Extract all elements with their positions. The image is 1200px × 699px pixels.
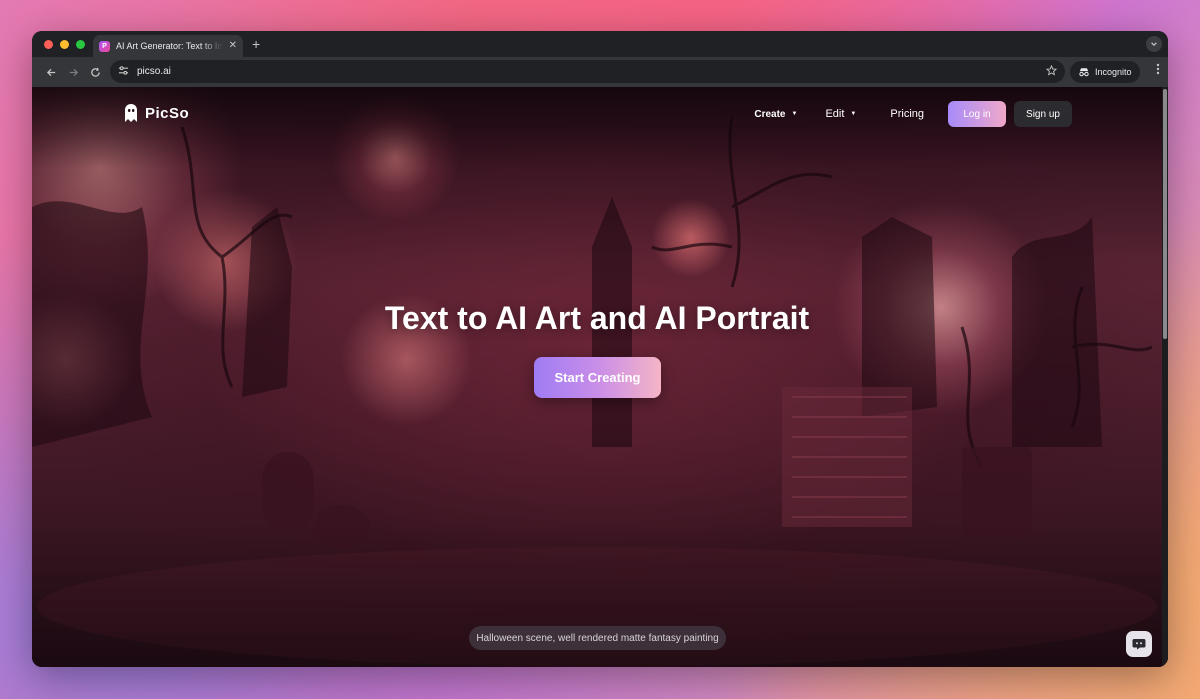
logo-text: PicSo	[145, 104, 190, 122]
site-logo[interactable]: PicSo	[123, 103, 189, 123]
address-bar[interactable]: picso.ai	[110, 60, 1065, 83]
tab-search-icon[interactable]	[1146, 36, 1162, 52]
tab-close-icon[interactable]: ✕	[229, 41, 237, 51]
reload-icon	[90, 67, 100, 77]
forward-button[interactable]	[62, 61, 84, 83]
login-button[interactable]: Log in	[948, 101, 1006, 127]
image-prompt-caption: Halloween scene, well rendered matte fan…	[469, 626, 726, 650]
nav-edit-dropdown[interactable]: Edit ▼	[815, 102, 866, 126]
incognito-label: Incognito	[1095, 67, 1132, 77]
site-favicon-icon: P	[99, 40, 110, 52]
window-controls	[44, 40, 85, 49]
signup-button[interactable]: Sign up	[1014, 101, 1072, 127]
page-scrollbar[interactable]	[1162, 87, 1168, 667]
nav-create-dropdown[interactable]: Create ▼	[744, 103, 807, 126]
nav-pricing-link[interactable]: Pricing	[880, 102, 934, 126]
maximize-window-button[interactable]	[76, 40, 85, 49]
scrollbar-thumb[interactable]	[1163, 89, 1167, 339]
tune-icon[interactable]	[118, 65, 129, 79]
reload-button[interactable]	[84, 61, 106, 83]
nav-edit-label: Edit	[825, 108, 845, 120]
minimize-window-button[interactable]	[60, 40, 69, 49]
picso-logo-icon	[125, 104, 137, 122]
site-nav: Create ▼ Edit ▼ Pricing Log in Sign up	[744, 101, 1072, 127]
caret-down-icon: ▼	[850, 111, 857, 117]
browser-toolbar: picso.ai Incognito	[32, 57, 1168, 87]
new-tab-button[interactable]: +	[252, 36, 260, 52]
chat-support-button[interactable]	[1126, 631, 1152, 657]
incognito-icon	[1079, 68, 1089, 77]
tab-title: AI Art Generator: Text to Image	[116, 41, 223, 51]
start-creating-button[interactable]: Start Creating	[534, 357, 661, 398]
caret-down-icon: ▼	[791, 111, 798, 117]
kebab-icon[interactable]	[1156, 63, 1160, 78]
star-icon[interactable]	[1045, 64, 1058, 79]
tab-strip: P AI Art Generator: Text to Image ✕ +	[32, 31, 1168, 57]
url-text[interactable]: picso.ai	[137, 66, 1038, 77]
close-window-button[interactable]	[44, 40, 53, 49]
web-page: PicSo Create ▼ Edit ▼ Pricing Log in Sig…	[32, 87, 1168, 667]
arrow-left-icon	[46, 68, 55, 76]
browser-tab[interactable]: P AI Art Generator: Text to Image ✕	[93, 35, 243, 57]
back-button[interactable]	[40, 61, 62, 83]
discord-icon	[1132, 639, 1146, 650]
incognito-badge[interactable]: Incognito	[1070, 61, 1140, 83]
nav-create-label: Create	[754, 108, 786, 120]
hero-title: Text to AI Art and AI Portrait	[384, 300, 810, 336]
arrow-right-icon	[69, 68, 78, 76]
browser-window: P AI Art Generator: Text to Image ✕ + pi…	[32, 31, 1168, 667]
